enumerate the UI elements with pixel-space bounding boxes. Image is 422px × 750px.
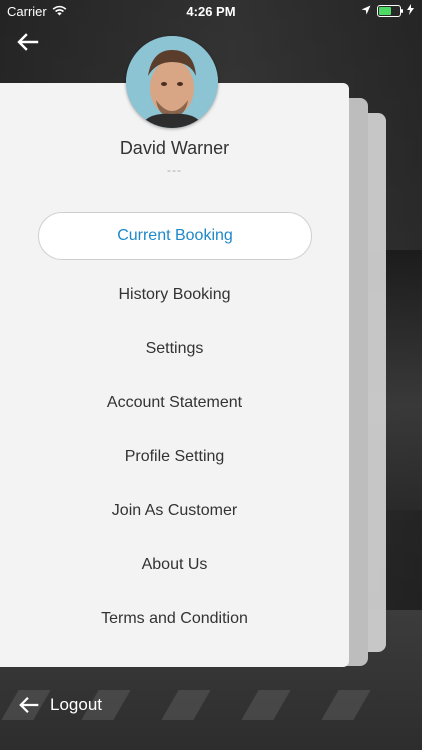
menu-item-settings[interactable]: Settings xyxy=(0,322,349,376)
arrow-left-icon xyxy=(19,697,39,713)
menu-item-label: Terms and Condition xyxy=(101,610,248,627)
profile-subtitle: --- xyxy=(167,163,182,177)
menu-item-account-statement[interactable]: Account Statement xyxy=(0,376,349,430)
menu-item-label: About Us xyxy=(141,556,208,573)
menu-item-label: Settings xyxy=(145,340,204,357)
side-menu: Current Booking History Booking Settings… xyxy=(0,212,349,646)
menu-item-label: Account Statement xyxy=(106,394,243,411)
logout-label: Logout xyxy=(50,695,102,714)
status-bar: Carrier 4:26 PM xyxy=(0,0,422,22)
menu-item-profile-setting[interactable]: Profile Setting xyxy=(0,430,349,484)
battery-icon xyxy=(377,4,403,17)
profile-name: David Warner xyxy=(119,138,230,158)
menu-item-label: Profile Setting xyxy=(124,448,225,465)
menu-item-current-booking[interactable]: Current Booking xyxy=(38,212,312,260)
logout-button[interactable]: Logout xyxy=(18,694,102,716)
status-right xyxy=(361,3,414,18)
status-time: 4:26 PM xyxy=(186,4,236,19)
charging-bolt-icon xyxy=(407,3,414,18)
menu-item-terms-and-condition[interactable]: Terms and Condition xyxy=(0,592,349,646)
avatar[interactable] xyxy=(126,36,218,128)
menu-item-join-as-customer[interactable]: Join As Customer xyxy=(0,484,349,538)
menu-item-label: History Booking xyxy=(118,286,231,303)
menu-item-about-us[interactable]: About Us xyxy=(0,538,349,592)
back-button[interactable] xyxy=(16,30,42,56)
menu-item-history-booking[interactable]: History Booking xyxy=(0,268,349,322)
location-arrow-icon xyxy=(361,3,371,18)
menu-item-label: Current Booking xyxy=(117,227,233,244)
menu-item-label: Join As Customer xyxy=(111,502,238,519)
arrow-left-icon xyxy=(17,33,39,51)
